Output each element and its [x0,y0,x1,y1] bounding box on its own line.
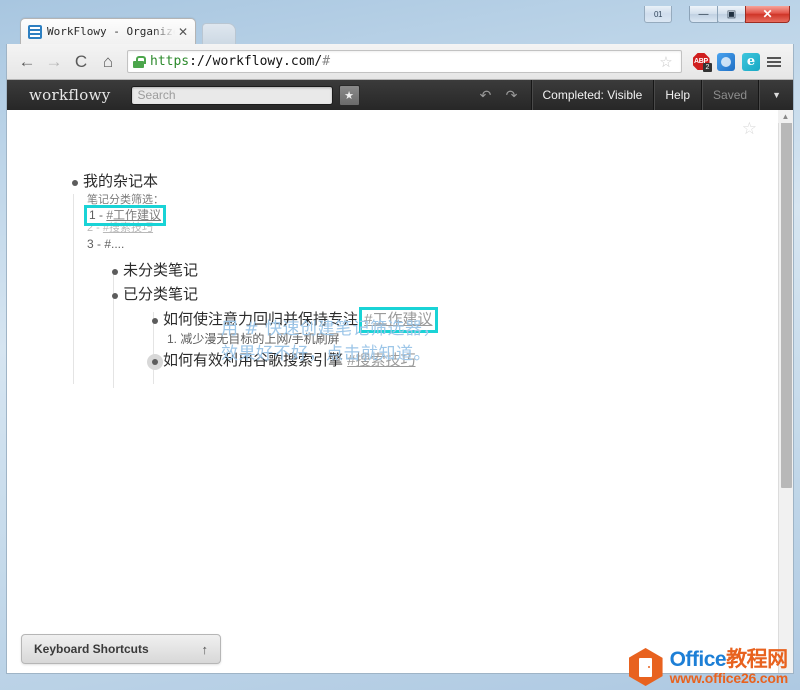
office-logo-icon [629,648,663,686]
evernote-glyph: e [742,53,760,71]
watermark: Office教程网 www.office26.com [629,648,788,686]
workflowy-app-bar: workflowy Search ★ ↶ ↷ Completed: Visibl… [7,80,794,110]
highlight-box-filter-1: 1 - #工作建议 [87,208,163,223]
annotation-overlay: 用 # 快速创建笔记筛选器， 效果好不好，点击就知道。 [221,317,440,367]
forward-icon[interactable]: → [42,50,66,74]
url-host-path: ://workflowy.com/ [189,54,322,69]
note-tag-search-tips[interactable]: #搜索技巧 [103,222,153,234]
outline-item[interactable]: 未分类笔记 [107,261,435,281]
navigation-toolbar: ← → C ⌂ https://workflowy.com/# ☆ ABP 2 … [6,44,794,80]
address-bar[interactable]: https://workflowy.com/# ☆ [127,50,682,73]
search-placeholder: Search [138,88,176,102]
outline-item-text[interactable]: 我的杂记本 [83,172,158,192]
undo-redo-group: ↶ ↷ [473,87,531,104]
lock-icon [133,56,144,68]
annotation-line-1: 用 # 快速创建笔记筛选器， [221,317,440,342]
page-viewport: workflowy Search ★ ↶ ↷ Completed: Visibl… [6,80,794,674]
hamburger-menu-icon[interactable] [763,57,785,67]
reload-icon[interactable]: C [69,50,93,74]
note-line-2-prefix: 2 - [87,222,103,234]
url-text: https://workflowy.com/# [150,54,656,69]
document-body: ☆ 我的杂记本 笔记分类筛选： 1 - #工作建议 2 - # [7,110,779,674]
keyboard-shortcuts-label: Keyboard Shortcuts [34,642,149,656]
note-tag-work-advice[interactable]: #工作建议 [106,208,161,222]
bullet-icon[interactable] [107,261,123,281]
watermark-brand: Office教程网 [670,649,788,670]
url-scheme: https [150,54,189,69]
page-scrollbar[interactable] [778,110,793,674]
adblock-plus-extension-icon[interactable]: ABP 2 [689,51,713,73]
back-icon[interactable]: ← [15,50,39,74]
bullet-icon[interactable] [107,285,123,305]
note-line-filter-3: 3 - #.... [87,237,435,252]
abp-badge-count: 2 [703,63,712,72]
blue-circle-glyph [717,53,735,71]
watermark-url: www.office26.com [670,671,788,685]
browser-window: 01 — ▣ ✕ WorkFlowy - Organize yo ✕ ← → C… [6,4,794,682]
tab-title: WorkFlowy - Organize yo [47,25,175,38]
workflowy-favicon-icon [28,25,42,39]
note-line-1-prefix: 1 - [89,208,106,222]
outline-root-item[interactable]: 我的杂记本 [67,172,435,192]
starred-filter-button[interactable]: ★ [339,85,360,106]
outline-item[interactable]: 已分类笔记 [107,285,435,305]
new-tab-button[interactable] [202,23,236,44]
outline-root-note[interactable]: 笔记分类筛选： 1 - #工作建议 2 - #搜索技巧 3 - #.... [87,193,435,252]
scrollbar-thumb[interactable] [781,110,792,488]
watermark-brand-cn: 教程网 [726,648,788,671]
bullet-icon[interactable] [147,310,163,330]
evernote-extension-icon[interactable]: e [739,51,763,73]
annotation-line-2: 效果好不好，点击就知道。 [221,342,440,367]
workflowy-logo[interactable]: workflowy [29,86,111,104]
home-icon[interactable]: ⌂ [96,50,120,74]
redo-icon[interactable]: ↷ [499,87,525,104]
blue-circle-extension-icon[interactable] [714,51,738,73]
watermark-text: Office教程网 www.office26.com [670,649,788,685]
account-menu-caret-icon[interactable]: ▼ [758,80,794,110]
tab-strip: WorkFlowy - Organize yo ✕ [6,18,794,44]
browser-tab[interactable]: WorkFlowy - Organize yo ✕ [20,18,196,44]
note-line-filter-2[interactable]: 2 - #搜索技巧 [87,221,435,236]
scrollbar-up-arrow-icon[interactable]: ▲ [778,110,793,123]
bullet-icon-collapsed[interactable] [147,351,163,371]
tab-close-icon[interactable]: ✕ [175,26,191,38]
watermark-brand-en: Office [670,648,727,671]
keyboard-shortcuts-arrow-icon: ↑ [202,642,209,657]
search-input[interactable]: Search [131,86,333,105]
indent-guide [73,194,74,384]
keyboard-shortcuts-button[interactable]: Keyboard Shortcuts ↑ [21,634,221,664]
outline-item-text[interactable]: 未分类笔记 [123,261,198,281]
undo-icon[interactable]: ↶ [473,87,499,104]
bookmark-star-icon[interactable]: ☆ [656,53,676,71]
bullet-icon[interactable] [67,172,83,192]
completed-visibility-button[interactable]: Completed: Visible [531,80,654,110]
app-bar-right-group: ↶ ↷ Completed: Visible Help Saved ▼ [473,80,794,110]
url-fragment: # [322,54,330,69]
help-button[interactable]: Help [653,80,701,110]
page-star-icon[interactable]: ☆ [742,119,757,139]
saved-status: Saved [701,80,758,110]
outline-item-text[interactable]: 已分类笔记 [123,285,198,305]
note-line-header: 笔记分类筛选： [87,193,435,208]
